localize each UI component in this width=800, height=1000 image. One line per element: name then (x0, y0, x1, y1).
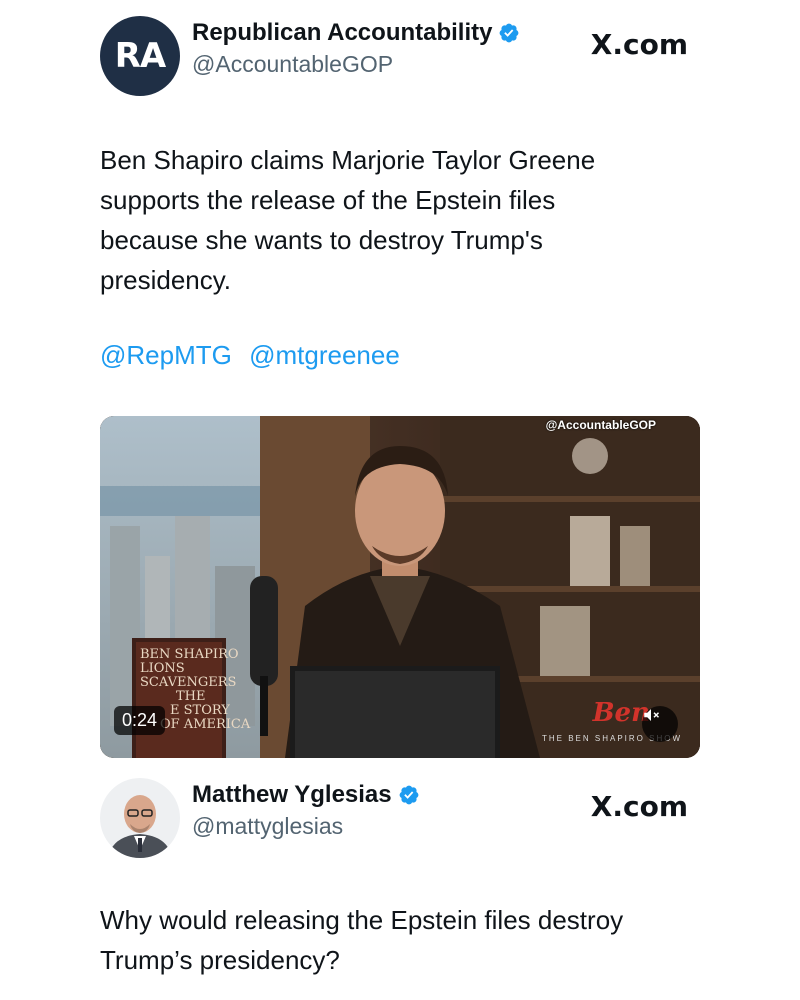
verified-badge-icon (399, 785, 419, 805)
tweet-text: Why would releasing the Epstein files de… (100, 900, 700, 980)
tweet-text-line: presidency. (100, 265, 232, 295)
tweet-text-line: because she wants to destroy Trump's (100, 225, 543, 255)
verified-badge-icon (500, 23, 519, 43)
tweet-header-matthew-yglesias: Matthew Yglesias @mattyglesias X.com (100, 778, 700, 858)
video-watermark: @AccountableGOP (545, 418, 656, 432)
mention-link[interactable]: @RepMTG (100, 340, 232, 370)
book-line: BEN SHAPIRO (140, 647, 239, 662)
speaker-muted-icon (644, 709, 660, 721)
source-label: X.com (590, 790, 688, 823)
author-info: Matthew Yglesias @mattyglesias (192, 780, 420, 842)
tweet-text: Ben Shapiro claims Marjorie Taylor Green… (100, 140, 700, 300)
tweet-text-line: supports the release of the Epstein file… (100, 185, 556, 215)
handle[interactable]: @AccountableGOP (192, 48, 520, 80)
tweet-header-republican-accountability: RA Republican Accountability @Accountabl… (100, 16, 700, 96)
book-line: THE (176, 689, 206, 704)
display-name[interactable]: Matthew Yglesias (192, 780, 420, 810)
mentions: @RepMTG @mtgreenee (100, 340, 410, 371)
tweet-text-line: Ben Shapiro claims Marjorie Taylor Green… (100, 145, 596, 175)
video-player[interactable]: BEN SHAPIRO LIONS SCAVENGERS THE E STORY… (100, 416, 700, 758)
handle[interactable]: @mattyglesias (192, 810, 420, 842)
avatar[interactable]: RA (100, 16, 180, 96)
display-name[interactable]: Republican Accountability (192, 18, 520, 48)
mute-button[interactable] (642, 706, 678, 742)
video-duration: 0:24 (114, 706, 166, 735)
avatar[interactable] (100, 778, 180, 858)
tweet-text-line: Trump’s presidency? (100, 945, 340, 975)
avatar-photo (100, 778, 180, 858)
tweet-text-line: Why would releasing the Epstein files de… (100, 905, 624, 935)
display-name-text: Republican Accountability (192, 19, 493, 46)
author-info: Republican Accountability @AccountableGO… (192, 18, 520, 80)
source-label: X.com (590, 28, 688, 61)
book-line: LIONS (140, 661, 185, 676)
mention-link[interactable]: @mtgreenee (249, 340, 400, 370)
book-line: SCAVENGERS (140, 675, 237, 690)
avatar-initials: RA (114, 36, 166, 76)
display-name-text: Matthew Yglesias (192, 781, 392, 808)
